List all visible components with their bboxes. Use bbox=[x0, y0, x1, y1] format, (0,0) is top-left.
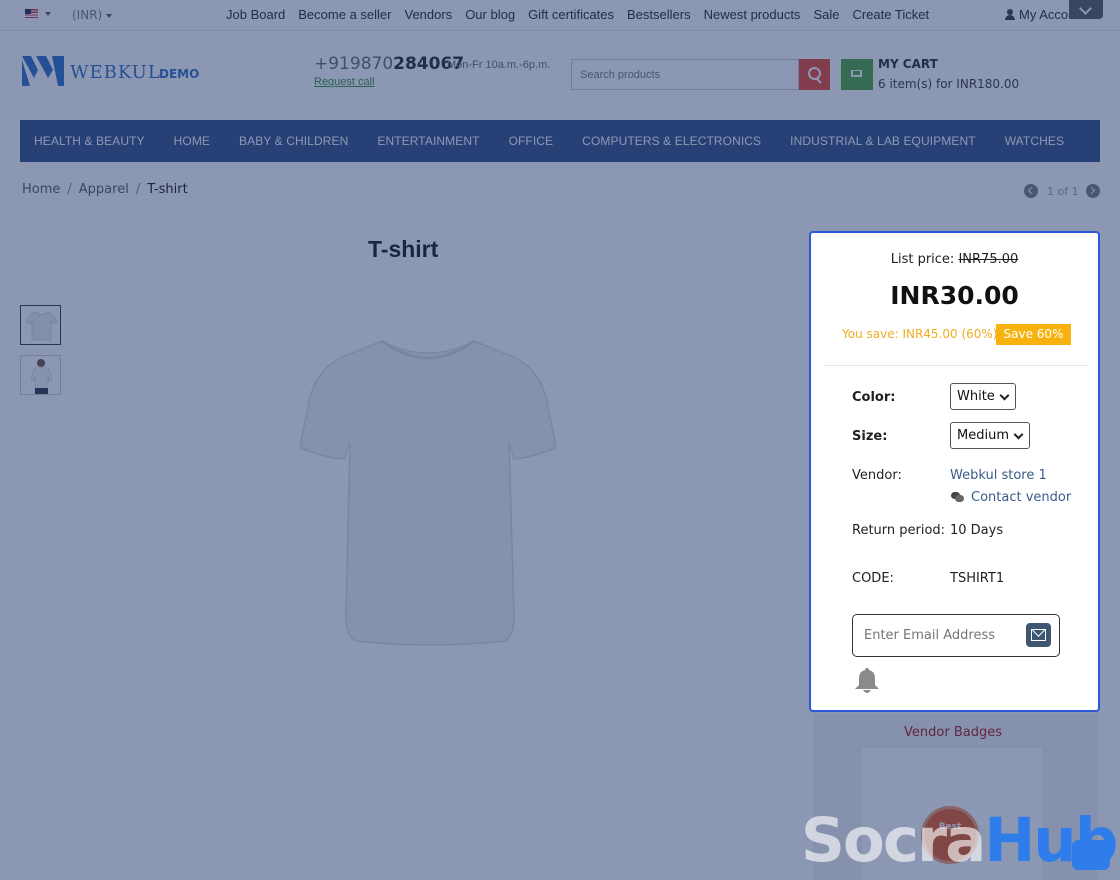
chevron-down-icon bbox=[106, 13, 113, 18]
link-become-seller[interactable]: Become a seller bbox=[298, 7, 391, 22]
chevron-down-icon[interactable] bbox=[45, 12, 51, 16]
request-call-link[interactable]: Request call bbox=[314, 76, 375, 88]
product-buy-box: List price: INR75.00 INR30.00 You save: … bbox=[809, 231, 1100, 712]
email-input[interactable] bbox=[857, 619, 1019, 651]
webkul-logo-icon[interactable] bbox=[22, 56, 64, 86]
list-price-value: INR75.00 bbox=[958, 252, 1019, 267]
link-newest-products[interactable]: Newest products bbox=[704, 7, 801, 22]
breadcrumb-apparel[interactable]: Apparel bbox=[79, 182, 129, 197]
chat-icon bbox=[951, 492, 964, 502]
nav-industrial-lab[interactable]: INDUSTRIAL & LAB EQUIPMENT bbox=[790, 134, 976, 148]
size-select[interactable]: Medium bbox=[950, 422, 1030, 449]
nav-home[interactable]: HOME bbox=[174, 134, 210, 148]
product-thumbnail-1[interactable] bbox=[20, 305, 61, 345]
phone-number: +919870284067 bbox=[314, 54, 464, 74]
color-selected-value: White bbox=[957, 389, 995, 404]
product-price: INR30.00 bbox=[890, 281, 1019, 310]
cart-button[interactable] bbox=[841, 59, 873, 90]
logo-text[interactable]: WEBKUL bbox=[70, 62, 161, 83]
nav-entertainment[interactable]: ENTERTAINMENT bbox=[377, 134, 479, 148]
tshirt-thumbnail-image bbox=[25, 311, 58, 341]
link-sale[interactable]: Sale bbox=[813, 7, 839, 22]
breadcrumb-separator: / bbox=[135, 182, 141, 197]
link-vendors[interactable]: Vendors bbox=[404, 7, 452, 22]
contact-vendor-link[interactable]: Contact vendor bbox=[951, 490, 1071, 505]
save-badge: Save 60% bbox=[996, 324, 1071, 345]
product-pager: 1 of 1 bbox=[1023, 184, 1103, 200]
top-links: Job Board Become a seller Vendors Our bl… bbox=[226, 7, 942, 22]
currency-label: (INR) bbox=[72, 8, 103, 22]
next-product-icon[interactable] bbox=[1086, 184, 1100, 198]
breadcrumb-current: T-shirt bbox=[147, 182, 188, 197]
us-flag-icon[interactable] bbox=[25, 9, 38, 18]
category-nav: HEALTH & BEAUTY HOME BABY & CHILDREN ENT… bbox=[20, 120, 1100, 162]
collapse-toggle-button[interactable] bbox=[1069, 0, 1103, 19]
size-selected-value: Medium bbox=[957, 428, 1009, 443]
size-label: Size: bbox=[852, 429, 888, 444]
product-title: T-shirt bbox=[368, 236, 439, 262]
back-in-stock-form bbox=[852, 614, 1060, 657]
vendor-link[interactable]: Webkul store 1 bbox=[950, 468, 1047, 483]
vendor-badges-title: Vendor Badges bbox=[904, 725, 1002, 740]
watermark-logo: SocraHub bbox=[801, 810, 1118, 871]
contact-vendor-label: Contact vendor bbox=[971, 490, 1072, 505]
link-bestsellers[interactable]: Bestsellers bbox=[627, 7, 691, 22]
link-gift-certificates[interactable]: Gift certificates bbox=[528, 7, 614, 22]
link-our-blog[interactable]: Our blog bbox=[465, 7, 515, 22]
link-job-board[interactable]: Job Board bbox=[226, 7, 285, 22]
top-bar: (INR) Job Board Become a seller Vendors … bbox=[0, 0, 1120, 31]
search-input[interactable] bbox=[572, 60, 792, 89]
cart-title[interactable]: MY CART bbox=[878, 57, 938, 71]
watermark-part-1: Socra bbox=[801, 805, 986, 876]
list-price: List price: INR75.00 bbox=[811, 252, 1098, 267]
nav-office[interactable]: OFFICE bbox=[509, 134, 554, 148]
color-select[interactable]: White bbox=[950, 383, 1016, 410]
return-period-label: Return period: bbox=[852, 523, 946, 538]
nav-computers-electronics[interactable]: COMPUTERS & ELECTRONICS bbox=[582, 134, 761, 148]
cart-summary[interactable]: 6 item(s) for INR180.00 bbox=[878, 77, 1019, 91]
product-main-image[interactable] bbox=[300, 335, 556, 647]
user-icon bbox=[1005, 9, 1015, 20]
breadcrumb-separator: / bbox=[67, 182, 72, 197]
business-hours: Mon-Fr 10a.m.-6p.m. bbox=[447, 59, 551, 71]
nav-baby-children[interactable]: BABY & CHILDREN bbox=[239, 134, 348, 148]
breadcrumb: Home / Apparel / T-shirt bbox=[22, 182, 188, 197]
list-price-label: List price: bbox=[890, 252, 955, 267]
mail-icon[interactable] bbox=[1026, 623, 1051, 647]
phone-prefix: +919870 bbox=[314, 54, 394, 74]
model-thumbnail-image bbox=[30, 359, 53, 394]
live-chat-icon[interactable] bbox=[1072, 840, 1110, 870]
you-save-text: You save: INR45.00 (60%) bbox=[842, 327, 998, 341]
prev-product-icon[interactable] bbox=[1024, 184, 1038, 198]
breadcrumb-home[interactable]: Home bbox=[22, 182, 60, 197]
product-thumbnail-2[interactable] bbox=[20, 355, 61, 395]
bell-icon[interactable] bbox=[854, 667, 880, 695]
link-create-ticket[interactable]: Create Ticket bbox=[852, 7, 929, 22]
cart-icon bbox=[851, 70, 862, 77]
color-label: Color: bbox=[852, 390, 896, 405]
currency-selector[interactable]: (INR) bbox=[72, 8, 113, 22]
divider bbox=[823, 365, 1088, 366]
pager-text: 1 of 1 bbox=[1047, 185, 1079, 198]
logo-demo-label: DEMO bbox=[159, 67, 200, 81]
nav-watches[interactable]: WATCHES bbox=[1005, 134, 1064, 148]
return-period-value: 10 Days bbox=[950, 523, 1004, 538]
code-label: CODE: bbox=[852, 571, 894, 586]
nav-health-beauty[interactable]: HEALTH & BEAUTY bbox=[34, 134, 145, 148]
vendor-label: Vendor: bbox=[852, 468, 902, 483]
search-button[interactable] bbox=[799, 59, 830, 90]
code-value: TSHIRT1 bbox=[950, 571, 1005, 586]
search-box bbox=[571, 59, 799, 90]
